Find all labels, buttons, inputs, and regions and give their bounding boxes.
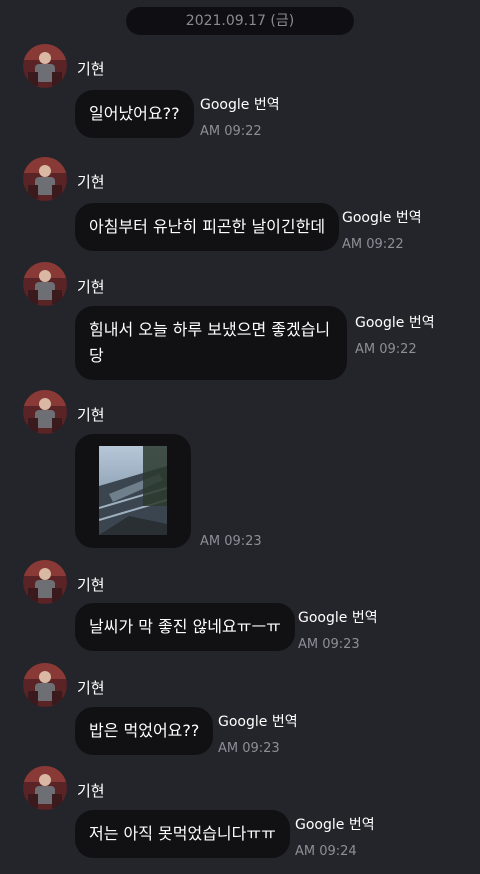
photo-thumbnail[interactable]	[99, 446, 167, 535]
message-time: AM 09:24	[295, 844, 357, 859]
message-meta: Google 번역 AM 09:23	[218, 711, 298, 756]
avatar[interactable]	[23, 262, 67, 306]
date-header: 2021.09.17 (금)	[126, 7, 354, 35]
sender-name: 기현	[77, 679, 105, 697]
avatar[interactable]	[23, 390, 67, 434]
google-translate-link[interactable]: Google 번역	[298, 607, 378, 627]
sender-name: 기현	[77, 406, 105, 424]
image-bubble[interactable]	[75, 434, 191, 548]
message-time: AM 09:23	[200, 534, 262, 549]
message-time: AM 09:22	[342, 237, 404, 252]
message-bubble[interactable]: 날씨가 막 좋진 않네요ㅠㅡㅠ	[75, 603, 295, 651]
message-time: AM 09:23	[298, 637, 360, 652]
avatar[interactable]	[23, 560, 67, 604]
message-meta: Google 번역 AM 09:24	[295, 814, 375, 859]
message-meta: Google 번역 AM 09:22	[200, 94, 280, 139]
chat-screen: 2021.09.17 (금) 기현 일어났어요?? Google 번역 AM 0…	[0, 0, 480, 874]
message-meta: AM 09:23	[200, 534, 262, 549]
sender-name: 기현	[77, 278, 105, 296]
message-meta: Google 번역 AM 09:22	[355, 312, 435, 357]
sender-name: 기현	[77, 782, 105, 800]
message-bubble[interactable]: 일어났어요??	[75, 90, 194, 138]
message-bubble[interactable]: 아침부터 유난히 피곤한 날이긴한데	[75, 203, 340, 251]
sender-name: 기현	[77, 576, 105, 594]
google-translate-link[interactable]: Google 번역	[295, 814, 375, 834]
message-bubble[interactable]: 밥은 먹었어요??	[75, 707, 214, 755]
sender-name: 기현	[77, 173, 105, 191]
message-meta: Google 번역 AM 09:22	[342, 207, 422, 252]
message-meta: Google 번역 AM 09:23	[298, 607, 378, 652]
message-time: AM 09:23	[218, 741, 280, 756]
avatar[interactable]	[23, 44, 67, 88]
avatar[interactable]	[23, 766, 67, 810]
message-bubble[interactable]: 저는 아직 못먹었습니다ㅠㅠ	[75, 810, 290, 858]
sender-name: 기현	[77, 60, 105, 78]
avatar[interactable]	[23, 157, 67, 201]
message-time: AM 09:22	[355, 342, 417, 357]
google-translate-link[interactable]: Google 번역	[355, 312, 435, 332]
avatar[interactable]	[23, 663, 67, 707]
google-translate-link[interactable]: Google 번역	[218, 711, 298, 731]
google-translate-link[interactable]: Google 번역	[200, 94, 280, 114]
message-bubble[interactable]: 힘내서 오늘 하루 보냈으면 좋겠습니 당	[75, 306, 347, 380]
message-time: AM 09:22	[200, 124, 262, 139]
google-translate-link[interactable]: Google 번역	[342, 207, 422, 227]
